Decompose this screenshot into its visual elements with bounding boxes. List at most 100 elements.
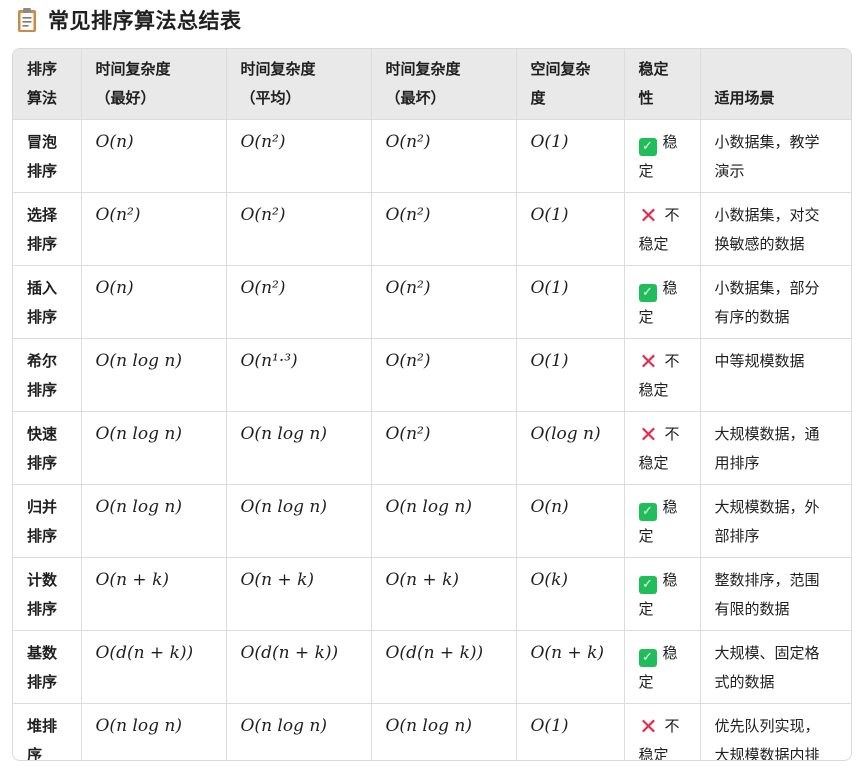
algorithm-name: 选择 排序 (13, 192, 82, 266)
best-case-cell: O(n log n) (81, 338, 227, 412)
space-cell: O(1) (516, 265, 625, 339)
space-cell: O(n) (516, 484, 625, 558)
line: （最坏） (385, 89, 446, 107)
line: 排序 (27, 162, 58, 180)
algorithm-name: 快速 排序 (13, 411, 82, 485)
space-cell: O(1) (516, 192, 625, 266)
stability-text: 定 (638, 162, 654, 180)
line: 冒泡 (27, 133, 58, 151)
algorithm-name: 希尔 排序 (13, 338, 82, 412)
line: 堆排 (27, 717, 58, 735)
line: 式的数据 (714, 673, 775, 691)
average-case-cell: O(n log n) (226, 411, 372, 485)
average-case-cell: O(n²) (226, 119, 372, 193)
stability-text: 不 (664, 206, 680, 224)
line: 插入 (27, 279, 58, 297)
line: 排序 (27, 600, 58, 618)
line: 稳定 (638, 60, 669, 78)
line: 时间复杂度 (385, 60, 461, 78)
line: 换敏感的数据 (714, 235, 805, 253)
table-row: 基数 排序 O(d(n + k)) O(d(n + k)) O(d(n + k)) O(n… (13, 630, 851, 704)
line: 大规模数据，通 (714, 425, 820, 443)
algorithm-name: 基数 排序 (13, 630, 82, 704)
use-case-cell: 中等规模数据 (700, 338, 851, 412)
algorithm-name: 归并 排序 (13, 484, 82, 558)
stability-text: 稳 (662, 571, 678, 589)
line: 时间复杂度 (95, 60, 171, 78)
worst-case-cell: O(n log n) (371, 703, 517, 760)
line: 空间复杂 (530, 60, 591, 78)
line: 大规模数据，外 (714, 498, 820, 516)
line: 度 (530, 89, 546, 107)
table-row: 归并 排序 O(n log n) O(n log n) O(n log n) O(n) ✓ 稳… (13, 484, 851, 558)
stability-text: 稳定 (638, 235, 669, 253)
stability-text: 定 (638, 673, 654, 691)
stability-text: 稳 (662, 279, 678, 297)
line: 快速 (27, 425, 58, 443)
line: 排序 (27, 673, 58, 691)
average-case-cell: O(n¹·³) (226, 338, 372, 412)
line: 整数排序，范围 (714, 571, 820, 589)
worst-case-cell: O(n²) (371, 338, 517, 412)
sort-summary-table: 排序 算法 时间复杂度 （最好） 时间复杂度 （平均） 时间复杂度 （最坏） 空间复杂度稳定性适… (12, 48, 852, 761)
line: 选择 (27, 206, 58, 224)
line: 中等规模数据 (714, 352, 805, 370)
stability-text: 稳 (662, 644, 678, 662)
line: 排序 (27, 308, 58, 326)
line: 优先队列实现， (714, 717, 820, 735)
worst-case-cell: O(n²) (371, 265, 517, 339)
space-cell: O(1) (516, 703, 625, 760)
col-space-header: 空间复杂度 (516, 49, 625, 120)
stability-text: 不 (664, 352, 680, 370)
use-case-cell: 小数据集，对交 换敏感的数据 (700, 192, 851, 266)
table-row: 希尔 排序 O(n log n) O(n¹·³) O(n²) O(1) ✕ 不稳定 中等规模数据 (13, 338, 851, 412)
cross-icon: ✕ (639, 715, 658, 740)
use-case-cell: 整数排序，范围 有限的数据 (700, 557, 851, 631)
cross-icon: ✕ (639, 204, 658, 229)
stability-cell: ✓ 稳定 (624, 630, 701, 704)
line: 有限的数据 (714, 600, 790, 618)
use-case-cell: 大规模数据，外 部排序 (700, 484, 851, 558)
stability-cell: ✕ 不稳定 (624, 411, 701, 485)
space-cell: O(1) (516, 338, 625, 412)
check-icon: ✓ (638, 284, 657, 302)
header-row: 排序 算法 时间复杂度 （最好） 时间复杂度 （平均） 时间复杂度 （最坏） 空间复杂度稳定性适… (13, 49, 851, 120)
stability-text: 稳 (662, 498, 678, 516)
line: 大规模数据内排 (714, 746, 820, 761)
line: 计数 (27, 571, 58, 589)
use-case-cell: 大规模、固定格 式的数据 (700, 630, 851, 704)
worst-case-cell: O(n log n) (371, 484, 517, 558)
table-row: 堆排序 O(n log n) O(n log n) O(n log n) O(1) ✕ 不稳… (13, 703, 851, 761)
line: 算法 (27, 89, 58, 107)
best-case-cell: O(n + k) (81, 557, 227, 631)
worst-case-cell: O(d(n + k)) (371, 630, 517, 704)
table-row: 计数 排序 O(n + k) O(n + k) O(n + k) O(k) ✓ 稳定整数排序，… (13, 557, 851, 631)
page-title: 常见排序算法总结表 (48, 9, 242, 33)
use-case-cell: 大规模数据，通 用排序 (700, 411, 851, 485)
stability-text: 稳定 (638, 746, 669, 761)
average-case-cell: O(n²) (226, 192, 372, 266)
line: 排序 (27, 60, 58, 78)
line: 序 (27, 746, 43, 761)
stability-text: 定 (638, 600, 654, 618)
worst-case-cell: O(n²) (371, 192, 517, 266)
space-cell: O(log n) (516, 411, 625, 485)
line: 排序 (27, 381, 58, 399)
space-cell: O(n + k) (516, 630, 625, 704)
stability-cell: ✕ 不稳定 (624, 192, 701, 266)
average-case-cell: O(n log n) (226, 703, 372, 760)
stability-cell: ✓ 稳定 (624, 119, 701, 193)
best-case-cell: O(n log n) (81, 411, 227, 485)
line: 大规模、固定格 (714, 644, 820, 662)
stability-text: 不 (664, 425, 680, 443)
average-case-cell: O(d(n + k)) (226, 630, 372, 704)
stability-text: 稳 (662, 133, 678, 151)
line: 排序 (27, 527, 58, 545)
line: 基数 (27, 644, 58, 662)
worst-case-cell: O(n + k) (371, 557, 517, 631)
best-case-cell: O(n) (81, 265, 227, 339)
line: 小数据集，教学 (714, 133, 820, 151)
line: 排序 (27, 235, 58, 253)
line: 排序 (27, 454, 58, 472)
line: 小数据集，对交 (714, 206, 820, 224)
